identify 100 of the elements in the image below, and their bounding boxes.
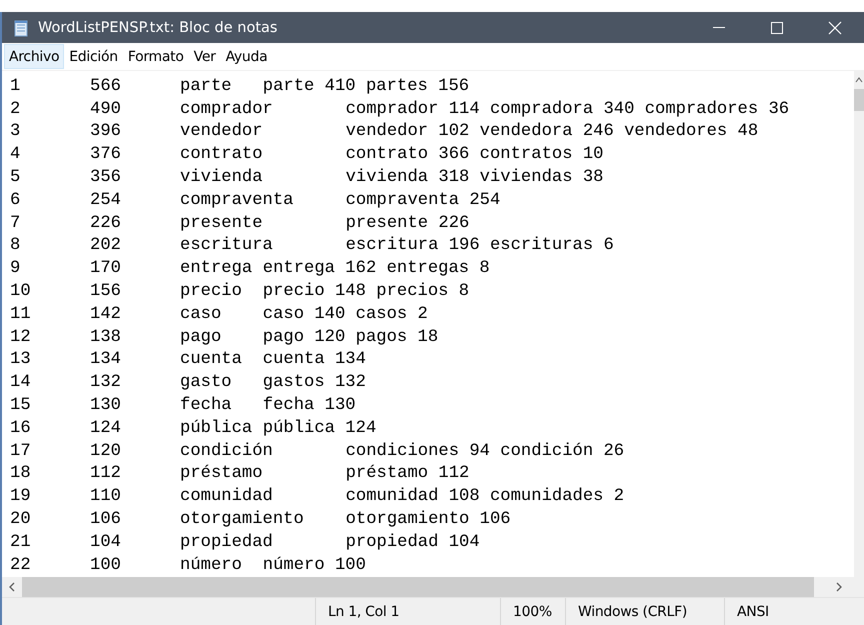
line-text: entrega: [180, 259, 254, 278]
line-text: compraventa 254: [346, 190, 500, 210]
line-text: pago 120 pagos 18: [262, 328, 438, 347]
line-text: 8: [10, 236, 22, 256]
line-text: compraventa: [180, 190, 294, 210]
line-text: comunidad: [180, 487, 274, 506]
line-text: 4: [10, 145, 22, 164]
menu-item[interactable]: Ayuda: [220, 44, 272, 69]
line-text: entrega 162 entregas 8: [262, 259, 490, 278]
line-text: 16: [10, 418, 32, 438]
line-text: caso 140 casos 2: [262, 304, 428, 324]
line-text: 2: [10, 100, 22, 119]
line-text: vivienda 318 viviendas 38: [346, 168, 604, 188]
menu-item[interactable]: Edición: [64, 44, 123, 69]
line-text: 21: [10, 532, 32, 552]
line-text: 20: [10, 510, 32, 530]
line-text: número: [180, 556, 243, 575]
menu-item[interactable]: Archivo: [4, 44, 64, 69]
line-text: 132: [90, 373, 122, 392]
line-text: 356: [90, 168, 122, 188]
line-text: 254: [90, 190, 122, 210]
line-text: 15: [10, 396, 32, 416]
line-text: 112: [90, 464, 122, 484]
line-text: vivienda: [180, 168, 264, 188]
line-text: fecha: [180, 396, 233, 416]
line-text: 1: [10, 76, 22, 96]
line-text: 130: [90, 396, 122, 416]
line-text: 170: [90, 259, 122, 278]
caret-left-icon: [9, 582, 15, 592]
status-text: Ln 1, Col 1: [315, 598, 500, 625]
line-text: 11: [10, 304, 32, 324]
line-text: precio: [180, 282, 243, 302]
line-text: vendedor: [180, 122, 264, 142]
line-text: cuenta 134: [262, 350, 366, 370]
line-text: propiedad 104: [346, 532, 480, 552]
line-text: préstamo 112: [346, 464, 470, 484]
line-text: 10: [10, 282, 32, 302]
line-text: 124: [90, 418, 122, 438]
line-text: 17: [10, 442, 32, 461]
line-text: caso: [180, 304, 222, 324]
line-text: contrato: [180, 145, 264, 164]
line-text: vendedor 102 vendedora 246 vendedores 48: [346, 122, 758, 142]
line-text: precio 148 precios 8: [262, 282, 470, 302]
line-text: 566: [90, 76, 122, 96]
line-text: otorgamiento 106: [346, 510, 511, 530]
status-text: Windows (CRLF): [565, 598, 724, 625]
menu-item[interactable]: Formato: [122, 44, 189, 69]
line-text: 104: [90, 532, 122, 552]
vertical-scrollbar[interactable]: [854, 71, 864, 577]
line-text: 134: [90, 350, 122, 370]
line-text: cuenta: [180, 350, 243, 370]
line-text: préstamo: [180, 464, 264, 484]
line-text: parte: [180, 76, 233, 96]
line-text: 18: [10, 464, 32, 484]
line-text: pública: [180, 418, 254, 438]
status-text: 100%: [500, 598, 565, 625]
line-text: pública 124: [262, 418, 376, 438]
scroll-thumb[interactable]: [854, 89, 864, 111]
line-text: presente: [180, 214, 264, 233]
line-text: parte 410 partes 156: [262, 76, 470, 96]
line-text: 3: [10, 122, 22, 142]
line-text: presente 226: [346, 214, 470, 233]
caret-up-icon[interactable]: [855, 77, 863, 83]
line-text: 6: [10, 190, 22, 210]
minimize-icon: [713, 27, 725, 28]
line-text: gasto: [180, 373, 233, 392]
line-text: 5: [10, 168, 22, 188]
line-text: 376: [90, 145, 122, 164]
maximize-icon: [771, 22, 783, 34]
line-text: 12: [10, 328, 32, 347]
line-text: 9: [10, 259, 22, 278]
notepad-icon: [12, 18, 30, 36]
line-text: 202: [90, 236, 122, 256]
window-title: WordListPENSP.txt: Bloc de notas: [38, 20, 278, 36]
line-text: 19: [10, 487, 32, 506]
status-text: ANSI: [724, 598, 864, 625]
line-text: 14: [10, 373, 32, 392]
line-text: 110: [90, 487, 122, 506]
line-text: fecha 130: [262, 396, 356, 416]
close-icon: [828, 20, 842, 34]
line-text: comunidad 108 comunidades 2: [346, 487, 624, 506]
line-text: condiciones 94 condición 26: [346, 442, 624, 461]
line-text: 120: [90, 442, 122, 461]
line-text: 490: [90, 100, 122, 119]
line-text: 142: [90, 304, 122, 324]
line-text: 138: [90, 328, 122, 347]
line-text: escritura: [180, 236, 274, 256]
line-text: comprador 114 compradora 340 compradores 36: [346, 100, 790, 119]
line-text: comprador: [180, 100, 274, 119]
line-text: condición: [180, 442, 274, 461]
line-text: 7: [10, 214, 22, 233]
line-text: otorgamiento: [180, 510, 305, 530]
line-text: propiedad: [180, 532, 274, 552]
line-text: 226: [90, 214, 122, 233]
line-text: 106: [90, 510, 122, 530]
menu-item[interactable]: Ver: [188, 44, 221, 69]
line-text: pago: [180, 328, 222, 347]
line-text: gastos 132: [262, 373, 366, 392]
line-text: escritura 196 escrituras 6: [346, 236, 614, 256]
line-text: 22: [10, 556, 32, 575]
